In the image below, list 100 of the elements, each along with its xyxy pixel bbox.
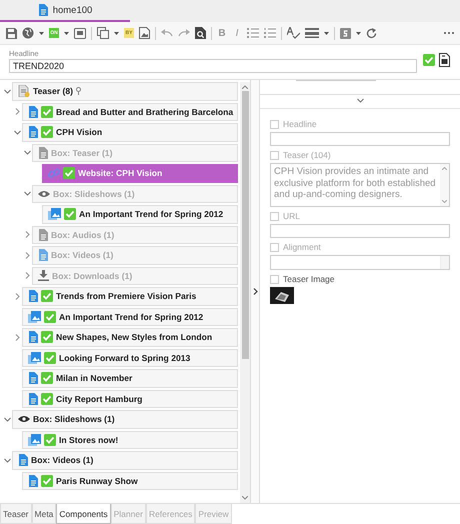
document-icon	[28, 392, 38, 405]
tree-item[interactable]: New Shapes, New Styles from London	[22, 328, 238, 346]
chevron-icon[interactable]	[4, 456, 10, 464]
caret-icon[interactable]	[356, 32, 361, 34]
chevron-icon[interactable]	[24, 149, 30, 156]
align-icon[interactable]	[305, 28, 319, 38]
tree-item[interactable]: An Important Trend for Spring 2012	[22, 308, 238, 326]
eye-icon	[18, 415, 30, 424]
copy-icon[interactable]	[97, 27, 109, 39]
download-icon	[38, 270, 49, 282]
chevron-icon[interactable]	[14, 334, 20, 341]
document-icon	[38, 249, 48, 262]
tree-item-label: In Stores now!	[59, 434, 118, 445]
scrollbar-thumb[interactable]	[242, 91, 248, 359]
field-label: Headline	[283, 119, 317, 129]
tree-item-label: Box: Audios (1)	[51, 230, 114, 240]
chevron-icon[interactable]	[14, 128, 20, 136]
input-field[interactable]	[270, 224, 450, 238]
select-field[interactable]	[270, 255, 450, 270]
tree-item[interactable]: Looking Forward to Spring 2013	[22, 348, 238, 367]
chevron-icon[interactable]	[24, 231, 30, 238]
spellcheck-icon[interactable]	[287, 27, 300, 39]
caret-icon[interactable]	[324, 32, 329, 34]
tree-item-label: Looking Forward to Spring 2013	[59, 352, 190, 363]
tree-item[interactable]: Teaser (8)	[12, 82, 238, 100]
refresh-icon[interactable]	[366, 28, 377, 38]
tree-item-label: CPH Vision	[56, 127, 102, 138]
tree-item-label: Box: Videos (1)	[31, 455, 94, 466]
document-icon	[28, 331, 38, 344]
tree-item-label: Box: Teaser (1)	[51, 148, 112, 158]
image-thumbnail[interactable]	[270, 287, 294, 304]
bullet-list-icon[interactable]	[247, 28, 259, 38]
tree-item-label: An Important Trend for Spring 2012	[59, 312, 204, 322]
collapse-chevron-icon[interactable]	[356, 97, 364, 104]
save-icon[interactable]	[6, 28, 17, 38]
text-area-value: CPH Vision provides an intimate and exclusive platform for both established and up-and-coming designers.	[273, 165, 437, 202]
scroll-up-icon[interactable]	[242, 85, 248, 89]
tree-item[interactable]: An Important Trend for Spring 2012	[42, 205, 238, 224]
search-document-icon[interactable]	[195, 27, 206, 39]
tree-item-label: New Shapes, New Styles from London	[56, 332, 212, 342]
field-label: Teaser (104)	[283, 150, 331, 160]
image-document-icon[interactable]	[139, 27, 150, 39]
tree-item-label: Paris Runway Show	[56, 476, 138, 486]
tree-item-label: Milan in November	[56, 373, 132, 384]
document-icon	[38, 146, 48, 159]
chevron-icon[interactable]	[4, 88, 10, 95]
tab[interactable]: Teaser	[0, 504, 32, 524]
tree-item[interactable]: Box: Slideshows (1)	[12, 410, 238, 428]
tree-item[interactable]: Box: Videos (1)	[12, 451, 238, 470]
tree-item[interactable]: Paris Runway Show	[22, 472, 238, 490]
tree-item-label: Trends from Premiere Vision Paris	[56, 291, 196, 302]
tree-item-label: Bread and Butter and Brathering Barcelona	[56, 106, 234, 117]
eye-icon	[38, 190, 50, 198]
tree-item-label: Box: Videos (1)	[51, 250, 114, 260]
image-icon	[28, 434, 41, 446]
document-icon	[18, 454, 28, 466]
tree-item[interactable]: CPH Vision	[22, 123, 238, 142]
chevron-icon[interactable]	[24, 252, 30, 259]
input-field[interactable]	[270, 132, 450, 146]
tree-item-label: City Report Hamburg	[56, 394, 142, 404]
chevron-icon[interactable]	[14, 292, 20, 300]
tab[interactable]: Meta	[32, 504, 56, 524]
checkbox[interactable]	[270, 274, 279, 284]
tree-item-label: Box: Slideshows (1)	[53, 188, 135, 199]
screen-icon[interactable]	[74, 28, 86, 38]
field-label: Teaser Image	[283, 274, 334, 284]
document-icon	[28, 106, 38, 118]
tree-item[interactable]: Trends from Premiere Vision Paris	[22, 287, 238, 306]
tree-item[interactable]: In Stores now!	[22, 430, 238, 449]
caret-icon[interactable]	[114, 32, 119, 34]
document-icon	[38, 228, 48, 241]
expand-chevron-icon[interactable]	[252, 288, 258, 295]
teaser-list-icon	[18, 85, 30, 98]
caret-icon[interactable]	[39, 32, 44, 34]
tree-item-label: Box: Slideshows (1)	[33, 414, 115, 424]
scroll-down-icon[interactable]	[242, 496, 248, 500]
tree-item[interactable]: Milan in November	[22, 369, 238, 388]
chevron-icon[interactable]	[24, 272, 30, 280]
box-s-icon[interactable]	[340, 28, 351, 38]
document-icon[interactable]	[439, 53, 450, 67]
status-check-icon	[423, 54, 435, 66]
tab[interactable]: Components	[56, 504, 111, 524]
globe-icon[interactable]	[22, 27, 34, 39]
tree-item[interactable]: Website: CPH Vision	[42, 164, 238, 182]
chevron-icon[interactable]	[24, 190, 30, 198]
caret-icon[interactable]	[64, 32, 69, 34]
tree-item-label: Teaser (8)	[33, 86, 73, 96]
chevron-icon[interactable]	[4, 416, 10, 423]
tree-item[interactable]: Bread and Butter and Brathering Barcelona	[22, 102, 238, 121]
tree-item-label: Website: CPH Vision	[78, 168, 162, 178]
tree-item[interactable]: City Report Hamburg	[22, 390, 238, 408]
field-label: URL	[283, 211, 300, 221]
image-icon	[28, 352, 41, 364]
document-icon	[28, 372, 38, 384]
chevron-icon[interactable]	[14, 108, 20, 116]
tree-item-label: Box: Downloads (1)	[52, 270, 132, 281]
document-icon	[28, 126, 38, 138]
numbered-list-icon[interactable]	[264, 28, 276, 38]
document-icon	[28, 290, 38, 302]
headline-field[interactable]: TREND2020	[9, 59, 417, 73]
